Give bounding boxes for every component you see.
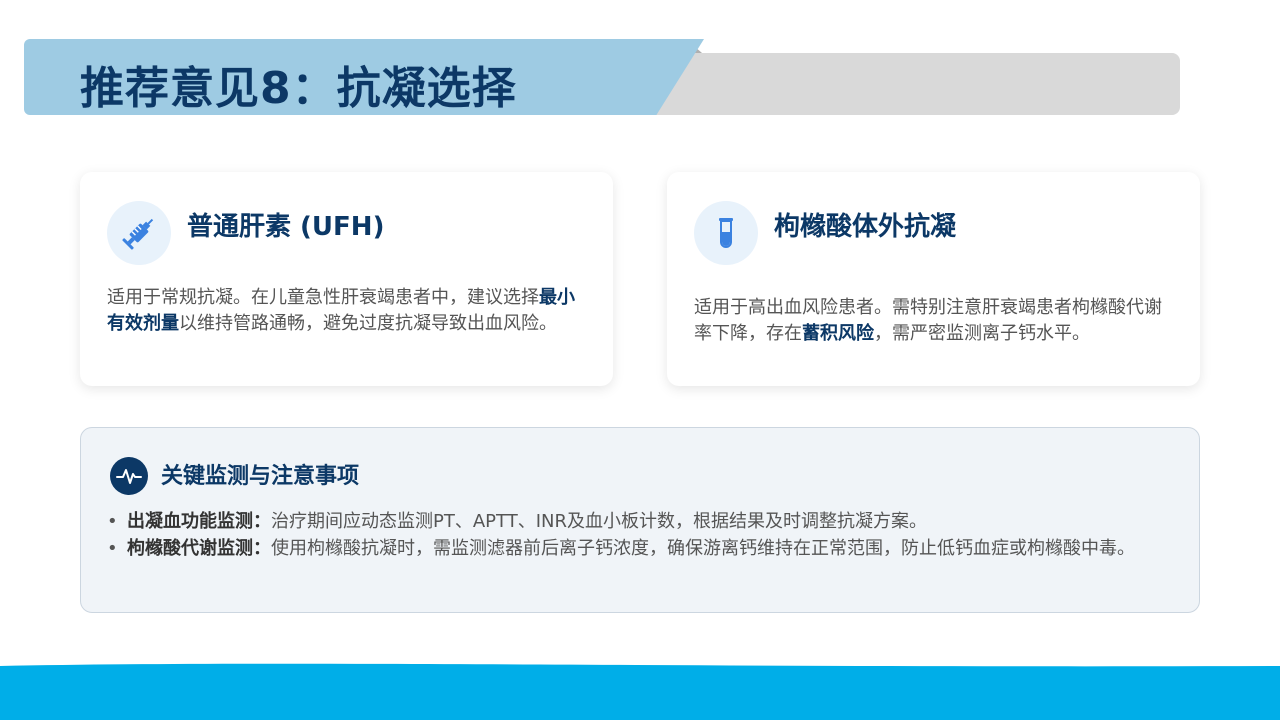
monitoring-list: • 出凝血功能监测：治疗期间应动态监测PT、APTT、INR及血小板计数，根据结果… [107,508,1173,562]
banner-gray-bar [640,53,1180,115]
card-citrate: 枸橼酸体外抗凝 适用于高出血风险患者。需特别注意肝衰竭患者枸橼酸代谢率下降，存在… [667,172,1200,386]
card-body: 适用于常规抗凝。在儿童急性肝衰竭患者中，建议选择最小有效剂量以维持管路通畅，避免… [107,285,586,337]
body-text: 适用于常规抗凝。在儿童急性肝衰竭患者中，建议选择 [107,287,539,308]
list-item: • 枸橼酸代谢监测：使用枸橼酸抗凝时，需监测滤器前后离子钙浓度，确保游离钙维持在正… [107,535,1173,562]
body-text: 以维持管路通畅，避免过度抗凝导致出血风险。 [179,313,557,334]
item-label: 枸橼酸代谢监测： [127,538,271,559]
bullet: • [107,511,118,532]
card-title: 枸橼酸体外抗凝 [774,212,957,242]
card-title: 普通肝素 (UFH) [187,212,385,242]
body-highlight: 蓄积风险 [802,323,874,344]
monitoring-panel: 关键监测与注意事项 • 出凝血功能监测：治疗期间应动态监测PT、APTT、INR及… [80,427,1200,613]
syringe-icon [107,201,171,265]
bottom-wave [0,663,1280,720]
item-text: 使用枸橼酸抗凝时，需监测滤器前后离子钙浓度，确保游离钙维持在正常范围，防止低钙血… [271,538,1135,559]
item-label: 出凝血功能监测： [127,511,271,532]
panel-title: 关键监测与注意事项 [161,464,360,489]
heartbeat-icon [110,457,148,495]
body-text: ，需严密监测离子钙水平。 [874,323,1090,344]
title-banner: 推荐意见8：抗凝选择 [0,0,1280,130]
bullet: • [107,538,118,559]
page-title: 推荐意见8：抗凝选择 [80,63,517,114]
card-body: 适用于高出血风险患者。需特别注意肝衰竭患者枸橼酸代谢率下降，存在蓄积风险，需严密… [694,295,1173,347]
item-text: 治疗期间应动态监测PT、APTT、INR及血小板计数，根据结果及时调整抗凝方案。 [271,511,927,532]
list-item: • 出凝血功能监测：治疗期间应动态监测PT、APTT、INR及血小板计数，根据结果… [107,508,1173,535]
test-tube-icon [694,201,758,265]
card-ufh: 普通肝素 (UFH) 适用于常规抗凝。在儿童急性肝衰竭患者中，建议选择最小有效剂… [80,172,613,386]
